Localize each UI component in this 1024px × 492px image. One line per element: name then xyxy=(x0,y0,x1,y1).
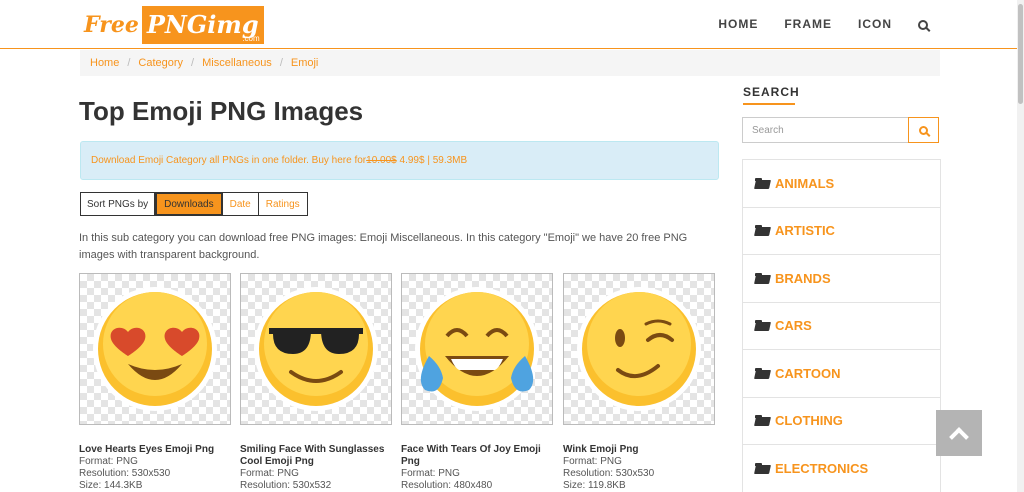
category-label: ELECTRONICS xyxy=(775,460,869,476)
category-label: BRANDS xyxy=(775,270,831,286)
png-card-format: Format: PNG xyxy=(401,468,460,479)
sort-controls: Sort PNGs by Downloads Date Ratings xyxy=(80,192,308,216)
heart-eyes-emoji-icon xyxy=(93,287,217,411)
scrollbar-thumb[interactable] xyxy=(1018,4,1023,104)
category-item-cars[interactable]: CARS xyxy=(743,303,940,350)
png-card-resolution: Resolution: 530x532 xyxy=(240,480,332,491)
sidebar-heading-underline xyxy=(743,103,795,105)
png-thumbnail[interactable] xyxy=(563,273,715,425)
logo-com-text: .com xyxy=(242,34,260,43)
logo-free-text: Free xyxy=(84,12,139,38)
folder-open-icon xyxy=(755,177,771,189)
category-list: ANIMALS ARTISTIC BRANDS CARS CARTOON CLO… xyxy=(742,159,941,492)
png-card-title[interactable]: Wink Emoji Png xyxy=(563,444,715,456)
breadcrumb-home[interactable]: Home xyxy=(90,57,119,69)
category-item-cartoon[interactable]: CARTOON xyxy=(743,350,940,398)
category-item-clothing[interactable]: CLOTHING xyxy=(743,398,940,445)
png-thumbnail[interactable] xyxy=(240,273,392,425)
sidebar-search-input[interactable] xyxy=(742,117,908,143)
nav-frame[interactable]: FRAME xyxy=(784,17,832,31)
wink-emoji-icon xyxy=(577,287,701,411)
chevron-up-icon xyxy=(949,427,969,447)
category-label: CLOTHING xyxy=(775,413,843,429)
category-label: ANIMALS xyxy=(775,175,835,191)
folder-open-icon xyxy=(755,320,771,331)
sidebar-search-form xyxy=(742,117,939,143)
png-card[interactable]: Love Hearts Eyes Emoji Png Format: PNG R… xyxy=(79,273,231,492)
site-header: Free PNGimg .com HOME FRAME ICON xyxy=(0,0,1024,49)
search-icon[interactable] xyxy=(918,17,932,31)
category-label: CARS xyxy=(775,318,812,334)
category-item-artistic[interactable]: ARTISTIC xyxy=(743,208,940,255)
nav-home[interactable]: HOME xyxy=(718,17,758,31)
logo-box: PNGimg .com xyxy=(141,6,264,44)
png-card-resolution: Resolution: 480x480 xyxy=(401,480,493,491)
category-item-electronics[interactable]: ELECTRONICS xyxy=(743,445,940,492)
sort-downloads-button[interactable]: Downloads xyxy=(155,192,223,216)
nav-icon[interactable]: ICON xyxy=(858,17,892,31)
breadcrumb-separator: / xyxy=(279,57,283,69)
sidebar-search-button[interactable] xyxy=(908,117,939,143)
page-title: Top Emoji PNG Images xyxy=(79,96,364,126)
sort-date-button[interactable]: Date xyxy=(222,192,259,216)
category-item-animals[interactable]: ANIMALS xyxy=(743,160,940,208)
alert-text-after: 4.99$ | 59.3MB xyxy=(396,155,468,166)
png-card-resolution: Resolution: 530x530 xyxy=(563,468,655,479)
breadcrumb-separator: / xyxy=(127,57,131,69)
sunglasses-emoji-icon xyxy=(254,287,378,411)
search-icon xyxy=(919,125,928,135)
png-card[interactable]: Smiling Face With Sunglasses Cool Emoji … xyxy=(240,273,392,492)
download-all-alert[interactable]: Download Emoji Category all PNGs in one … xyxy=(80,141,719,180)
png-grid: Love Hearts Eyes Emoji Png Format: PNG R… xyxy=(79,273,719,492)
png-thumbnail[interactable] xyxy=(401,273,553,425)
png-card-size: Size: 119.8KB xyxy=(563,480,626,491)
png-card-size: Size: 144.3KB xyxy=(79,480,143,491)
site-logo[interactable]: Free PNGimg .com xyxy=(80,4,264,46)
folder-open-icon xyxy=(755,367,771,379)
sort-ratings-button[interactable]: Ratings xyxy=(258,192,308,216)
alert-text-before: Download Emoji Category all PNGs in one … xyxy=(91,155,367,166)
main-nav: HOME FRAME ICON xyxy=(692,0,932,48)
folder-open-icon xyxy=(755,415,771,426)
breadcrumb: Home / Category / Miscellaneous / Emoji xyxy=(80,50,940,76)
png-card-title[interactable]: Face With Tears Of Joy Emoji Png xyxy=(401,444,553,468)
png-card-resolution: Resolution: 530x530 xyxy=(79,468,171,479)
breadcrumb-separator: / xyxy=(191,57,195,69)
sort-label: Sort PNGs by xyxy=(80,192,156,216)
tears-of-joy-emoji-icon xyxy=(415,287,539,411)
sidebar-search-heading: SEARCH xyxy=(743,85,800,99)
breadcrumb-category[interactable]: Category xyxy=(138,57,183,69)
category-description: In this sub category you can download fr… xyxy=(79,232,688,261)
alert-old-price: 10.00$ xyxy=(366,155,397,166)
png-card-format: Format: PNG xyxy=(79,456,138,467)
png-card[interactable]: Face With Tears Of Joy Emoji Png Format:… xyxy=(401,273,553,492)
png-card-format: Format: PNG xyxy=(563,456,622,467)
png-card-title[interactable]: Love Hearts Eyes Emoji Png xyxy=(79,444,231,456)
folder-open-icon xyxy=(755,225,771,236)
category-label: CARTOON xyxy=(775,365,841,381)
category-item-brands[interactable]: BRANDS xyxy=(743,255,940,303)
png-card[interactable]: Wink Emoji Png Format: PNG Resolution: 5… xyxy=(563,273,715,492)
back-to-top-button[interactable] xyxy=(936,410,982,456)
page-scrollbar[interactable] xyxy=(1017,0,1024,492)
folder-open-icon xyxy=(755,462,771,474)
png-card-format: Format: PNG xyxy=(240,468,299,479)
png-card-title[interactable]: Smiling Face With Sunglasses Cool Emoji … xyxy=(240,444,392,468)
breadcrumb-emoji[interactable]: Emoji xyxy=(291,57,319,69)
category-label: ARTISTIC xyxy=(775,223,835,239)
folder-open-icon xyxy=(755,272,771,284)
breadcrumb-miscellaneous[interactable]: Miscellaneous xyxy=(202,57,272,69)
png-thumbnail[interactable] xyxy=(79,273,231,425)
